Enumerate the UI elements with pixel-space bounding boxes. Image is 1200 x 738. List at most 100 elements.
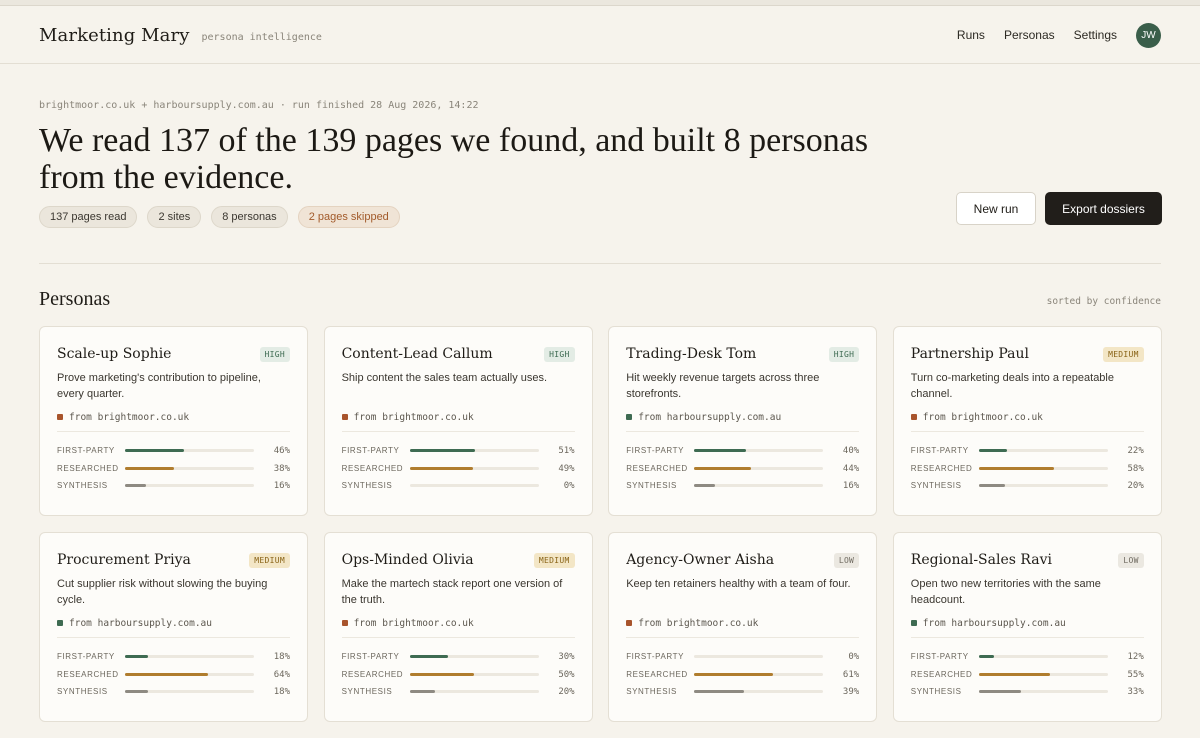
persona-goal: Ship content the sales team actually use… bbox=[341, 372, 548, 384]
nav-runs[interactable]: Runs bbox=[957, 28, 985, 42]
metric-bar-track bbox=[409, 467, 539, 470]
metric-bar-track bbox=[694, 467, 824, 470]
persona-card[interactable]: Agency-Owner Aisha LOW Keep ten retainer… bbox=[608, 532, 878, 722]
run-stats: 137 pages read 2 sites 8 personas 2 page… bbox=[39, 206, 400, 228]
metric-label: FIRST-PARTY bbox=[626, 445, 685, 455]
metric-percent: 18% bbox=[273, 651, 290, 662]
app-subtitle: persona intelligence bbox=[201, 31, 322, 43]
metric-percent: 50% bbox=[558, 669, 575, 680]
card-divider bbox=[341, 637, 575, 638]
persona-card[interactable]: Content-Lead Callum HIGH Ship content th… bbox=[323, 326, 593, 516]
confidence-badge: MEDIUM bbox=[249, 552, 290, 568]
metric-first-party: FIRST-PARTY 22% bbox=[911, 441, 1144, 460]
metric-bar-fill bbox=[694, 467, 751, 470]
metric-percent: 64% bbox=[273, 669, 290, 680]
metric-researched: RESEARCHED 49% bbox=[342, 460, 575, 477]
metric-first-party: FIRST-PARTY 30% bbox=[342, 647, 575, 666]
metric-researched: RESEARCHED 50% bbox=[342, 666, 575, 683]
metric-bar-fill bbox=[125, 655, 149, 658]
persona-card[interactable]: Regional-Sales Ravi LOW Open two new ter… bbox=[892, 532, 1162, 722]
metric-bar-track bbox=[409, 449, 539, 452]
confidence-badge: MEDIUM bbox=[533, 552, 575, 568]
metric-bar-track bbox=[694, 655, 824, 658]
top-nav: Runs Personas Settings JW bbox=[957, 22, 1161, 48]
source-label: from brightmoor.co.uk bbox=[69, 411, 190, 423]
card-header: Regional-Sales Ravi LOW bbox=[911, 550, 1144, 570]
metric-bar-fill bbox=[978, 690, 1022, 693]
metric-percent: 0% bbox=[848, 651, 860, 662]
metric-bar-fill bbox=[694, 484, 715, 487]
metric-bar-track bbox=[409, 484, 539, 487]
app-title[interactable]: Marketing Mary bbox=[39, 25, 190, 46]
metric-researched: RESEARCHED 44% bbox=[626, 460, 859, 477]
card-divider bbox=[910, 431, 1144, 432]
persona-name: Ops-Minded Olivia bbox=[341, 552, 474, 568]
persona-card[interactable]: Trading-Desk Tom HIGH Hit weekly revenue… bbox=[608, 326, 878, 516]
metric-percent: 55% bbox=[1127, 669, 1144, 680]
metric-percent: 18% bbox=[273, 686, 290, 697]
source-label: from brightmoor.co.uk bbox=[922, 411, 1043, 423]
metric-bar-fill bbox=[694, 449, 746, 452]
card-divider bbox=[626, 431, 860, 432]
card-divider bbox=[626, 637, 860, 638]
app-header: Marketing Mary persona intelligence Runs… bbox=[0, 7, 1200, 64]
evidence-metrics: FIRST-PARTY 46% RESEARCHED 38% SYNTHESIS… bbox=[57, 441, 290, 494]
persona-card[interactable]: Partnership Paul MEDIUM Turn co-marketin… bbox=[892, 326, 1162, 516]
pages-skipped-pill[interactable]: 2 pages skipped bbox=[297, 206, 400, 228]
persona-goal: Cut supplier risk without slowing the bu… bbox=[57, 578, 268, 606]
user-avatar[interactable]: JW bbox=[1136, 22, 1161, 48]
confidence-badge: HIGH bbox=[828, 346, 860, 362]
new-run-button[interactable]: New run bbox=[956, 192, 1036, 225]
metric-bar-fill bbox=[978, 673, 1050, 676]
evidence-metrics: FIRST-PARTY 0% RESEARCHED 61% SYNTHESIS … bbox=[626, 647, 859, 700]
metric-bar-fill bbox=[694, 673, 773, 676]
metric-bar-track bbox=[125, 467, 254, 470]
sites-pill: 2 sites bbox=[147, 206, 202, 228]
source-label: from brightmoor.co.uk bbox=[353, 411, 474, 423]
persona-card[interactable]: Ops-Minded Olivia MEDIUM Make the martec… bbox=[323, 532, 593, 722]
metric-label: SYNTHESIS bbox=[910, 686, 962, 696]
metric-bar-fill bbox=[978, 467, 1054, 470]
export-dossiers-button[interactable]: Export dossiers bbox=[1045, 192, 1162, 225]
window-top-strip bbox=[0, 0, 1200, 6]
metric-label: FIRST-PARTY bbox=[57, 651, 115, 661]
persona-card[interactable]: Scale-up Sophie HIGH Prove marketing's c… bbox=[39, 326, 308, 516]
source-dot-icon bbox=[341, 620, 348, 626]
metric-bar-track bbox=[125, 673, 254, 676]
metric-bar-track bbox=[978, 449, 1108, 452]
evidence-metrics: FIRST-PARTY 18% RESEARCHED 64% SYNTHESIS… bbox=[57, 647, 290, 700]
source-dot-icon bbox=[910, 414, 917, 420]
metric-percent: 16% bbox=[273, 480, 290, 491]
source-dot-icon bbox=[626, 620, 633, 626]
persona-name: Scale-up Sophie bbox=[57, 346, 172, 362]
nav-personas[interactable]: Personas bbox=[1004, 28, 1055, 42]
card-divider bbox=[57, 637, 290, 638]
metric-percent: 0% bbox=[563, 480, 575, 491]
metric-percent: 22% bbox=[1127, 445, 1144, 456]
metric-label: RESEARCHED bbox=[341, 669, 404, 679]
metric-label: RESEARCHED bbox=[910, 669, 973, 679]
metric-label: RESEARCHED bbox=[341, 463, 404, 473]
card-divider bbox=[57, 431, 290, 432]
sort-note: sorted by confidence bbox=[1046, 296, 1161, 307]
card-header: Agency-Owner Aisha LOW bbox=[626, 550, 860, 570]
metric-bar-fill bbox=[409, 655, 449, 658]
metric-bar-track bbox=[978, 673, 1108, 676]
source-label: from harboursupply.com.au bbox=[69, 617, 212, 629]
metric-bar-track bbox=[978, 690, 1108, 693]
persona-grid: Scale-up Sophie HIGH Prove marketing's c… bbox=[39, 326, 1162, 722]
metric-percent: 58% bbox=[1127, 463, 1144, 474]
persona-card[interactable]: Procurement Priya MEDIUM Cut supplier ri… bbox=[39, 532, 308, 722]
metric-label: RESEARCHED bbox=[910, 463, 973, 473]
metric-bar-track bbox=[125, 484, 254, 487]
source-dot-icon bbox=[57, 414, 63, 420]
persona-source: from brightmoor.co.uk bbox=[910, 410, 1144, 424]
metric-bar-fill bbox=[125, 673, 208, 676]
persona-source: from brightmoor.co.uk bbox=[626, 616, 859, 630]
metric-bar-track bbox=[125, 449, 254, 452]
metric-bar-fill bbox=[409, 467, 473, 470]
nav-settings[interactable]: Settings bbox=[1074, 28, 1117, 42]
confidence-badge: MEDIUM bbox=[1103, 346, 1144, 362]
persona-goal: Keep ten retainers healthy with a team o… bbox=[626, 578, 851, 590]
metric-percent: 46% bbox=[273, 445, 290, 456]
